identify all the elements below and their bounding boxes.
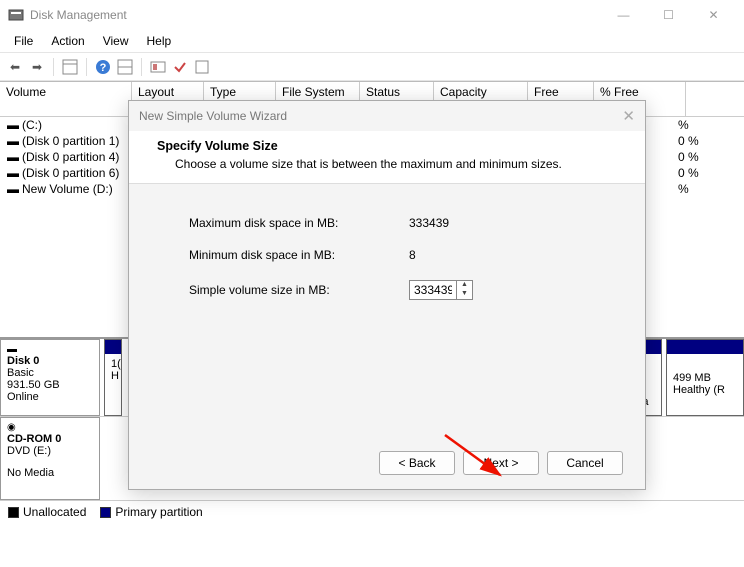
toolbar-separator <box>86 58 87 76</box>
toolbar: ⬅ ➡ ? <box>0 53 744 81</box>
wizard-title-text: New Simple Volume Wizard <box>139 109 287 123</box>
window-title: Disk Management <box>30 8 601 22</box>
checkmark-icon[interactable] <box>171 58 189 76</box>
legend-primary: Primary partition <box>115 505 202 519</box>
spinner-up-icon[interactable]: ▲ <box>457 281 472 290</box>
min-space-label: Minimum disk space in MB: <box>189 248 409 262</box>
wizard-footer: < Back Next > Cancel <box>379 451 623 475</box>
toolbar-separator <box>53 58 54 76</box>
volume-pct: 0 % <box>678 150 738 164</box>
volume-name: (Disk 0 partition 4) <box>22 150 119 164</box>
minimize-button[interactable]: — <box>601 0 646 30</box>
cdrom-title: CD-ROM 0 <box>7 433 93 445</box>
toolbar-icon-4[interactable] <box>193 58 211 76</box>
cdrom-status: No Media <box>7 467 93 479</box>
partition-bar[interactable]: 1(H <box>104 339 122 416</box>
drive-icon: ▬ <box>6 150 20 164</box>
next-button[interactable]: Next > <box>463 451 539 475</box>
svg-text:?: ? <box>100 62 107 74</box>
max-space-label: Maximum disk space in MB: <box>189 216 409 230</box>
wizard-heading: Specify Volume Size <box>157 139 617 153</box>
disk-title: Disk 0 <box>7 355 93 367</box>
disk-size: 931.50 GB <box>7 379 93 391</box>
volume-pct: % <box>678 118 738 132</box>
menu-file[interactable]: File <box>6 32 41 50</box>
volume-name: (C:) <box>22 118 42 132</box>
wizard-body: Maximum disk space in MB: 333439 Minimum… <box>129 184 645 300</box>
spinner-down-icon[interactable]: ▼ <box>457 290 472 299</box>
volume-pct: % <box>678 182 738 196</box>
cdrom-info[interactable]: ◉ CD-ROM 0 DVD (E:) No Media <box>0 417 100 500</box>
wizard-subheading: Choose a volume size that is between the… <box>157 153 617 171</box>
wizard-dialog: New Simple Volume Wizard ✕ Specify Volum… <box>128 100 646 490</box>
drive-icon: ▬ <box>6 134 20 148</box>
legend-swatch-primary <box>100 507 111 518</box>
max-space-value: 333439 <box>409 216 449 230</box>
volume-name: (Disk 0 partition 6) <box>22 166 119 180</box>
menu-help[interactable]: Help <box>139 32 180 50</box>
disk-status: Online <box>7 391 93 403</box>
maximize-button[interactable]: ☐ <box>646 0 691 30</box>
disk-info[interactable]: ▬ Disk 0 Basic 931.50 GB Online <box>0 339 100 416</box>
app-icon <box>8 7 24 23</box>
menu-view[interactable]: View <box>95 32 137 50</box>
partition-bar[interactable]: 499 MBHealthy (R <box>666 339 744 416</box>
wizard-header: Specify Volume Size Choose a volume size… <box>129 131 645 184</box>
volume-pct: 0 % <box>678 134 738 148</box>
volume-name: New Volume (D:) <box>22 182 113 196</box>
volume-size-input[interactable] <box>410 281 456 299</box>
drive-icon: ▬ <box>6 118 20 132</box>
volume-name: (Disk 0 partition 1) <box>22 134 119 148</box>
drive-icon: ▬ <box>6 182 20 196</box>
wizard-close-icon[interactable]: ✕ <box>622 107 635 125</box>
menu-bar: File Action View Help <box>0 30 744 53</box>
wizard-titlebar: New Simple Volume Wizard ✕ <box>129 101 645 131</box>
back-icon[interactable]: ⬅ <box>6 58 24 76</box>
volume-size-spinner[interactable]: ▲▼ <box>409 280 473 300</box>
close-button[interactable]: ✕ <box>691 0 736 30</box>
volume-size-label: Simple volume size in MB: <box>189 283 409 297</box>
drive-icon: ▬ <box>6 166 20 180</box>
volume-pct: 0 % <box>678 166 738 180</box>
back-button[interactable]: < Back <box>379 451 455 475</box>
help-icon[interactable]: ? <box>94 58 112 76</box>
legend: Unallocated Primary partition <box>0 501 744 523</box>
cancel-button[interactable]: Cancel <box>547 451 623 475</box>
toolbar-icon-1[interactable] <box>61 58 79 76</box>
legend-unallocated: Unallocated <box>23 505 86 519</box>
toolbar-separator <box>141 58 142 76</box>
toolbar-icon-3[interactable] <box>149 58 167 76</box>
cdrom-sub: DVD (E:) <box>7 445 93 457</box>
forward-icon[interactable]: ➡ <box>28 58 46 76</box>
window-titlebar: Disk Management — ☐ ✕ <box>0 0 744 30</box>
disk-type: Basic <box>7 367 93 379</box>
col-volume[interactable]: Volume <box>0 82 132 116</box>
legend-swatch-unallocated <box>8 507 19 518</box>
toolbar-icon-2[interactable] <box>116 58 134 76</box>
min-space-value: 8 <box>409 248 416 262</box>
menu-action[interactable]: Action <box>43 32 92 50</box>
